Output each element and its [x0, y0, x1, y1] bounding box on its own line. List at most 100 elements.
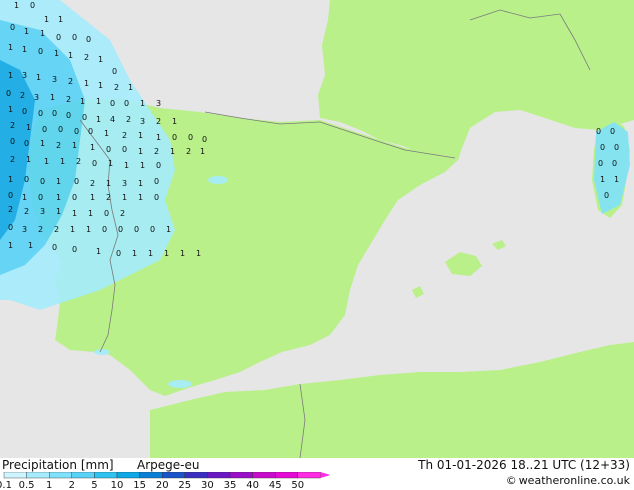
- precip-value-label: 2: [106, 193, 111, 202]
- precip-value-label: 0: [74, 127, 79, 136]
- precip-value-label: 0: [24, 139, 29, 148]
- precip-value-label: 1: [140, 99, 145, 108]
- precip-value-label: 1: [140, 161, 145, 170]
- precip-value-label: 1: [138, 179, 143, 188]
- scale-swatch: [229, 472, 253, 479]
- scale-tick-label: 35: [224, 480, 237, 490]
- precip-value-label: 0: [154, 177, 159, 186]
- precip-value-label: 2: [122, 131, 127, 140]
- precip-value-label: 1: [72, 141, 77, 150]
- precip-value-label: 1: [8, 105, 13, 114]
- precip-value-label: 3: [140, 117, 145, 126]
- precip-value-label: 1: [88, 209, 93, 218]
- precip-value-label: 2: [56, 141, 61, 150]
- copyright-icon: ©: [505, 474, 517, 487]
- scale-labels: 0.10.5125101520253035404550: [0, 480, 304, 490]
- precip-value-label: 2: [76, 157, 81, 166]
- precip-value-label: 3: [22, 71, 27, 80]
- precip-value-label: 1: [26, 155, 31, 164]
- precip-value-label: 1: [68, 51, 73, 60]
- precip-value-label: 0: [38, 47, 43, 56]
- precip-value-label: 1: [138, 147, 143, 156]
- precip-value-label: 1: [24, 27, 29, 36]
- scale-tick-label: 5: [91, 480, 97, 490]
- precip-value-label: 1: [614, 175, 619, 184]
- precip-value-label: 0: [188, 133, 193, 142]
- site-credit[interactable]: © weatheronline.co.uk: [506, 474, 630, 487]
- precip-value-label: 0: [72, 193, 77, 202]
- scale-swatch: [207, 472, 231, 479]
- precip-value-label: 0: [40, 177, 45, 186]
- precip-value-label: 1: [98, 55, 103, 64]
- precip-value-label: 2: [10, 121, 15, 130]
- precip-value-label: 2: [154, 147, 159, 156]
- precip-value-label: 2: [54, 225, 59, 234]
- precip-value-label: 1: [22, 193, 27, 202]
- precip-value-label: 0: [106, 145, 111, 154]
- scale-swatch: [49, 472, 73, 479]
- precip-value-label: 1: [72, 209, 77, 218]
- precip-value-label: 1: [96, 97, 101, 106]
- precip-value-label: 4: [110, 115, 115, 124]
- precip-value-label: 1: [138, 131, 143, 140]
- precip-value-label: 2: [156, 117, 161, 126]
- precip-value-label: 0: [56, 33, 61, 42]
- model-name: Arpege-eu: [137, 458, 200, 472]
- precip-value-label: 0: [66, 111, 71, 120]
- precip-value-label: 0: [122, 145, 127, 154]
- precip-value-label: 2: [126, 115, 131, 124]
- precip-value-label: 1: [138, 193, 143, 202]
- precip-value-label: 2: [120, 209, 125, 218]
- precip-value-label: 1: [44, 15, 49, 24]
- precip-value-label: 1: [54, 49, 59, 58]
- precip-value-label: 0: [202, 135, 207, 144]
- precip-value-label: 2: [90, 179, 95, 188]
- precip-value-label: 3: [34, 93, 39, 102]
- precip-value-label: 3: [156, 99, 161, 108]
- scale-tick-label: 50: [291, 480, 304, 490]
- precip-value-label: 3: [22, 225, 27, 234]
- precip-value-label: 1: [56, 207, 61, 216]
- precip-value-label: 1: [98, 81, 103, 90]
- precip-value-label: 0: [112, 67, 117, 76]
- scale-tick-label: 0.5: [19, 480, 35, 490]
- precip-value-label: 0: [116, 249, 121, 258]
- scale-tick-label: 0.1: [0, 480, 12, 490]
- scale-arrow: [320, 472, 330, 478]
- precip-value-label: 1: [26, 123, 31, 132]
- precip-value-label: 1: [40, 29, 45, 38]
- precip-value-label: 1: [96, 247, 101, 256]
- precip-value-label: 1: [122, 193, 127, 202]
- scale-swatch: [116, 472, 140, 479]
- precip-value-label: 1: [44, 157, 49, 166]
- precip-value-label: 0: [88, 127, 93, 136]
- precip-value-label: 1: [156, 133, 161, 142]
- scale-tick-label: 40: [246, 480, 259, 490]
- precip-value-label: 0: [600, 143, 605, 152]
- scale-tick-label: 15: [133, 480, 146, 490]
- precip-value-label: 1: [196, 249, 201, 258]
- scale-swatch: [297, 472, 321, 479]
- precip-value-label: 3: [52, 75, 57, 84]
- scale-tick-label: 25: [178, 480, 191, 490]
- precip-value-label: 0: [82, 113, 87, 122]
- precip-value-label: 2: [24, 207, 29, 216]
- scale-tick-label: 45: [269, 480, 282, 490]
- precip-value-label: 1: [106, 179, 111, 188]
- precip-value-label: 1: [84, 79, 89, 88]
- precip-value-label: 0: [52, 109, 57, 118]
- precip-value-label: 1: [96, 115, 101, 124]
- precip-value-label: 1: [90, 193, 95, 202]
- precip-value-label: 1: [86, 225, 91, 234]
- precip-value-label: 0: [134, 225, 139, 234]
- precip-value-label: 0: [150, 225, 155, 234]
- precip-value-label: 0: [10, 23, 15, 32]
- scale-swatch: [161, 472, 185, 479]
- precip-value-label: 1: [50, 93, 55, 102]
- precip-value-label: 0: [610, 127, 615, 136]
- precip-value-label: 2: [114, 83, 119, 92]
- precip-value-label: 1: [166, 225, 171, 234]
- precip-value-label: 2: [68, 77, 73, 86]
- precip-value-label: 0: [92, 159, 97, 168]
- precip-value-label: 0: [596, 127, 601, 136]
